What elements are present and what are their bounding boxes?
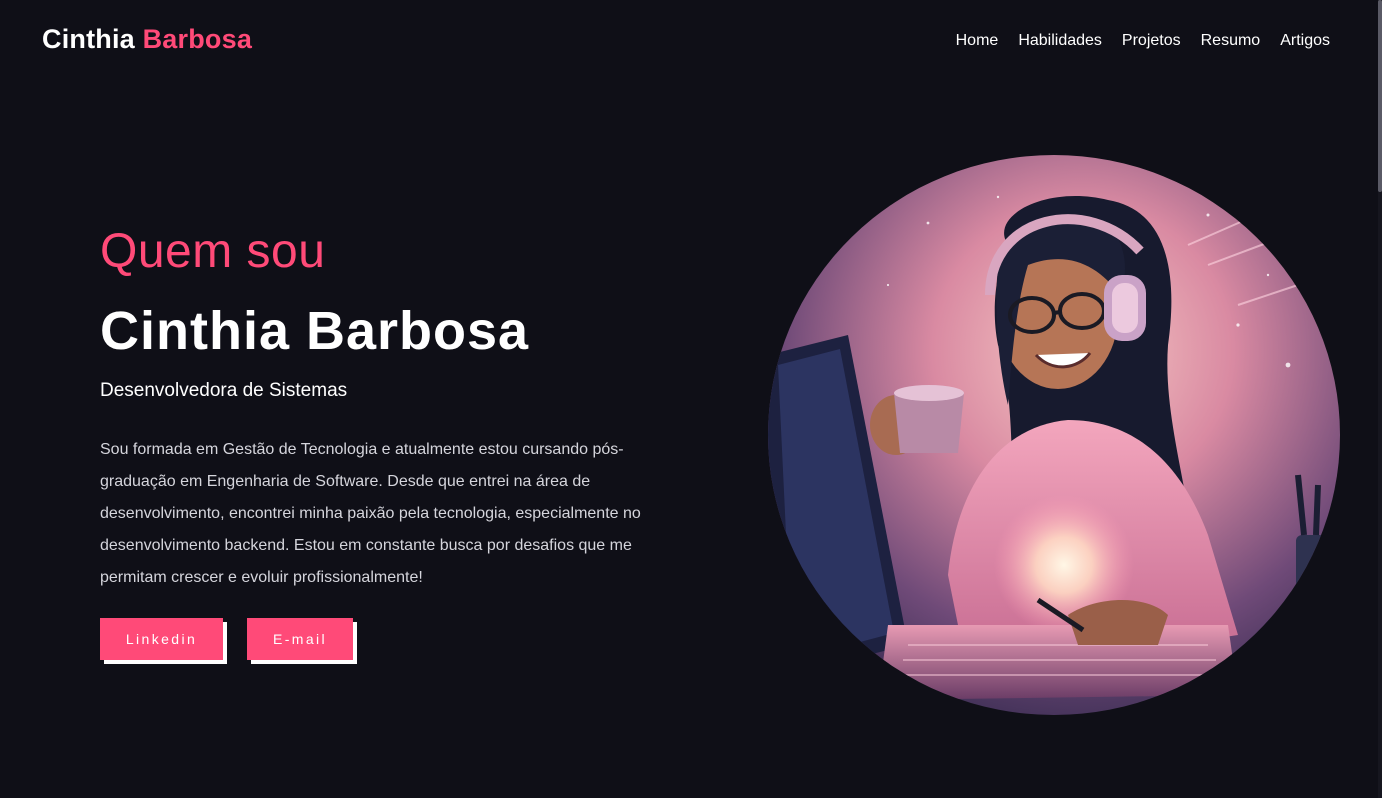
nav-home[interactable]: Home: [956, 32, 999, 50]
nav-projetos[interactable]: Projetos: [1122, 32, 1181, 50]
linkedin-button[interactable]: Linkedin: [100, 618, 223, 660]
page-scrollbar[interactable]: [1378, 0, 1382, 798]
email-button[interactable]: E-mail: [247, 618, 353, 660]
nav-resumo[interactable]: Resumo: [1201, 32, 1261, 50]
hero-name: Cinthia Barbosa: [100, 301, 530, 361]
site-logo[interactable]: Cinthia Barbosa: [42, 24, 252, 55]
portrait-svg: [768, 155, 1340, 715]
page: Cinthia Barbosa Home Habilidades Projeto…: [0, 0, 1382, 798]
portrait-illustration: [768, 155, 1340, 715]
scrollbar-thumb[interactable]: [1378, 0, 1382, 192]
keyboard: [878, 625, 1238, 700]
logo-last-name: Barbosa: [142, 24, 253, 54]
main-nav: Home Habilidades Projetos Resumo Artigos: [956, 32, 1330, 50]
nav-habilidades[interactable]: Habilidades: [1018, 32, 1102, 50]
hero-role: Desenvolvedora de Sistemas: [100, 380, 348, 401]
hero-bio: Sou formada em Gestão de Tecnologia e at…: [100, 441, 641, 586]
logo-first-name: Cinthia: [42, 24, 135, 54]
nav-artigos[interactable]: Artigos: [1280, 32, 1330, 50]
hero-eyebrow: Quem sou: [100, 225, 326, 278]
